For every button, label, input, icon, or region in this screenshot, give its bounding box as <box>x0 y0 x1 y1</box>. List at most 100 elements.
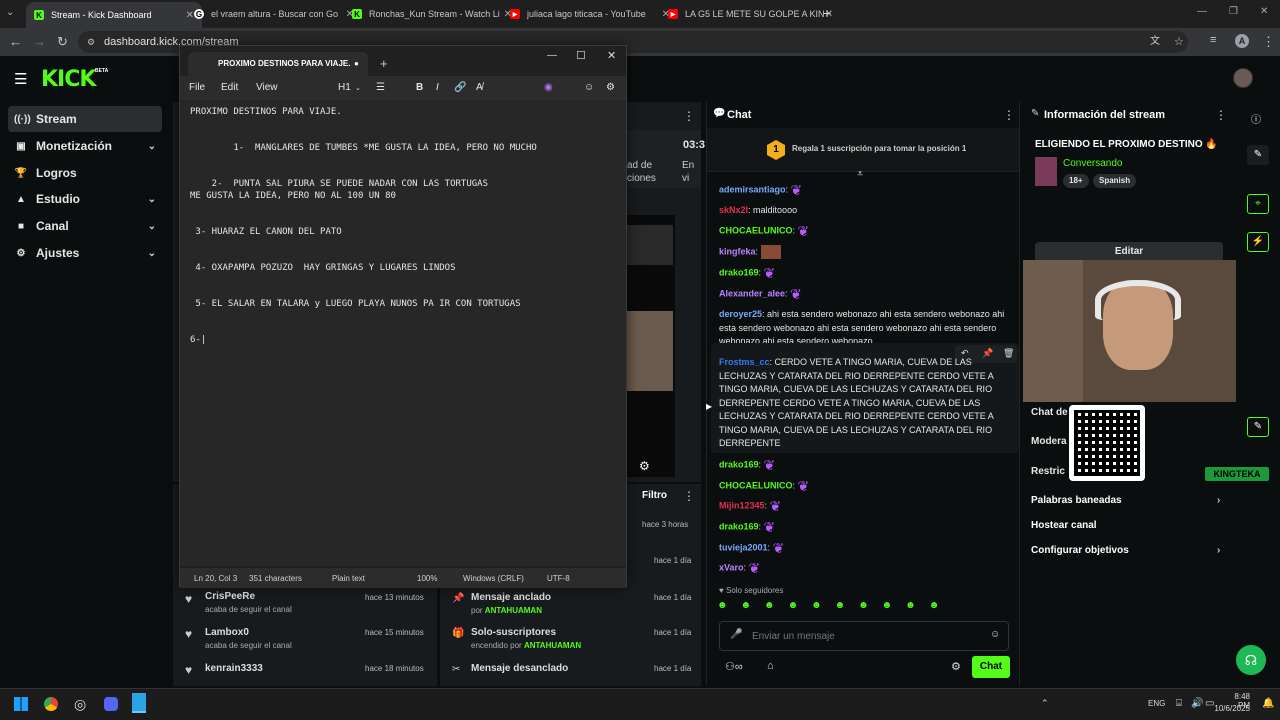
event-actor[interactable]: ANTAHUAMAN <box>485 606 542 615</box>
hamburger-menu-icon[interactable]: ☰ <box>14 70 27 88</box>
edit-rail-icon[interactable]: ✎ <box>1247 145 1269 165</box>
link-icon[interactable]: 🔗 <box>454 82 466 93</box>
store-icon[interactable]: ⌂ <box>767 660 774 672</box>
browser-tab-youtube-g5[interactable]: ▶ LA G5 LE METE SU GOLPE A KIN ✕ <box>660 4 836 24</box>
follower-name[interactable]: CrisPeeRe <box>205 591 255 602</box>
chat-username[interactable]: Alexander_alee <box>719 288 785 298</box>
chat-message[interactable]: drako169: ❦ <box>719 520 1011 534</box>
italic-icon[interactable]: I <box>436 82 439 93</box>
chat-settings-row[interactable]: Chat de <box>1031 407 1068 418</box>
edit-stream-button[interactable]: Editar <box>1035 242 1223 262</box>
category-link[interactable]: Conversando <box>1063 158 1122 169</box>
bookmark-star-icon[interactable]: ☆ <box>1174 31 1184 53</box>
profile-avatar[interactable]: A <box>1235 34 1249 48</box>
notepad-maximize-icon[interactable]: ☐ <box>576 49 586 62</box>
chat-username[interactable]: Frostms_cc <box>719 357 770 367</box>
unsaved-dot-icon[interactable]: ● <box>354 52 359 76</box>
volume-icon[interactable]: 🔊 <box>1191 698 1203 709</box>
notification-bell-icon[interactable]: 🔔 <box>1262 698 1274 709</box>
tool-rail-icon[interactable]: ✎ <box>1247 417 1269 437</box>
user-avatar[interactable] <box>1233 68 1253 88</box>
gift-leaderboard[interactable]: 1 Regala 1 suscripción para tomar la pos… <box>707 128 1019 172</box>
chrome-taskbar-icon[interactable] <box>44 697 58 711</box>
menu-edit[interactable]: Edit <box>221 82 238 93</box>
chat-message[interactable]: xVaro: ❦ <box>719 561 1011 575</box>
chat-username[interactable]: Mijin12345 <box>719 500 765 510</box>
event-actor[interactable]: ANTAHUAMAN <box>524 641 581 650</box>
chat-username[interactable]: CHOCAELUNICO <box>719 225 793 235</box>
settings-gear-icon[interactable]: ⚙ <box>606 82 615 93</box>
chat-message[interactable]: Frostms_cc: CERDO VETE A TINGO MARIA, CU… <box>719 356 1011 451</box>
category-thumbnail[interactable] <box>1035 157 1057 186</box>
configure-goals-link[interactable]: Configurar objetivos › <box>1031 545 1220 556</box>
taskbar-date[interactable]: 10/6/2025 <box>1214 704 1250 713</box>
copilot-icon[interactable]: ◉ <box>544 82 553 93</box>
windows-start-icon[interactable] <box>14 697 28 711</box>
chat-username[interactable]: drako169 <box>719 521 759 531</box>
reload-icon[interactable]: ↻ <box>57 34 68 50</box>
minimize-window-icon[interactable]: — <box>1197 6 1207 17</box>
chat-message[interactable]: Alexander_alee: ❦ <box>719 287 1011 301</box>
chat-username[interactable]: deroyer25 <box>719 309 762 319</box>
sidebar-item-stream[interactable]: ((·)) Stream <box>8 106 162 132</box>
chat-username[interactable]: drako169 <box>719 459 759 469</box>
notepad-minimize-icon[interactable]: — <box>547 50 557 61</box>
chat-username[interactable]: xVaro <box>719 562 744 572</box>
notepad-close-icon[interactable]: ✕ <box>607 49 616 62</box>
forward-arrow-icon[interactable]: → <box>33 34 46 49</box>
chat-menu-icon[interactable]: ⋮ <box>1003 108 1015 122</box>
reading-list-icon[interactable]: ≡ <box>1210 34 1216 46</box>
bold-icon[interactable]: B <box>416 82 423 93</box>
filter-button[interactable]: Filtro <box>642 490 667 501</box>
chat-message[interactable]: tuvieja2001: ❦ <box>719 541 1011 555</box>
pinned-expand-icon[interactable]: ⩡ <box>857 168 863 181</box>
chat-send-button[interactable]: Chat <box>972 656 1010 678</box>
close-window-icon[interactable]: ✕ <box>1260 6 1268 17</box>
back-arrow-icon[interactable]: ← <box>9 34 22 49</box>
emoji-picker-icon[interactable]: ☺ <box>990 629 1000 640</box>
emote-bar[interactable]: ☻☻☻☻☻☻☻☻☻☻ <box>717 600 1013 616</box>
chat-message[interactable]: ademirsantiago: ❦ <box>719 183 1011 197</box>
account-icon[interactable]: ☺ <box>584 82 594 93</box>
panel-menu-icon[interactable]: ⋮ <box>683 109 695 123</box>
sidebar-item-ajustes[interactable]: ⚙ Ajustes ⌄ <box>8 240 162 266</box>
chat-input[interactable] <box>752 627 972 645</box>
browser-tab-youtube-juliaca[interactable]: ▶ juliaca lago titicaca - YouTube ✕ <box>502 4 678 24</box>
chat-message[interactable]: drako169: ❦ <box>719 458 1011 472</box>
host-channel-link[interactable]: Hostear canal <box>1031 520 1097 531</box>
info-menu-icon[interactable]: ⋮ <box>1215 108 1227 122</box>
chat-users-icon[interactable]: ⚇∞ <box>725 660 743 673</box>
chat-message[interactable]: kingfeka: <box>719 245 1011 259</box>
sidebar-item-monetizacion[interactable]: ▣ Monetización ⌄ <box>8 133 162 159</box>
chat-username[interactable]: CHOCAELUNICO <box>719 480 793 490</box>
heading-dropdown[interactable]: H1 <box>338 82 351 93</box>
tab-search-icon[interactable]: ⌄ <box>6 7 14 18</box>
new-document-tab-button[interactable]: + <box>380 56 388 71</box>
notepad-taskbar-icon[interactable] <box>132 693 146 713</box>
browser-menu-icon[interactable]: ⋮ <box>1262 34 1275 50</box>
browser-tab-google[interactable]: G el vraem altura - Buscar con Go ✕ <box>186 4 362 24</box>
banned-words-link[interactable]: Palabras baneadas › <box>1031 495 1220 506</box>
translate-icon[interactable]: 文 <box>1150 31 1160 53</box>
follower-name[interactable]: kenrain3333 <box>205 663 263 674</box>
chat-username[interactable]: drako169 <box>719 267 759 277</box>
tray-expand-icon[interactable]: ⌃ <box>1041 698 1049 709</box>
chat-username[interactable]: tuvieja2001 <box>719 542 768 552</box>
maximize-window-icon[interactable]: ❐ <box>1229 6 1238 17</box>
chat-message[interactable]: Mijin12345: ❦ <box>719 499 1011 513</box>
network-icon[interactable]: ⌸ <box>1176 698 1182 709</box>
chat-settings-gear-icon[interactable]: ⚙ <box>951 660 961 673</box>
clear-format-icon[interactable]: A̸ <box>476 82 483 93</box>
chat-message[interactable]: skNx2l: malditoooo <box>719 204 1011 218</box>
restrictions-row[interactable]: Restric <box>1031 466 1065 477</box>
menu-view[interactable]: View <box>256 82 278 93</box>
sidebar-item-logros[interactable]: 🏆 Logros <box>8 160 162 186</box>
notepad-text-area[interactable]: PROXIMO DESTINOS PARA VIAJE. 1- MANGLARE… <box>180 100 626 566</box>
menu-file[interactable]: File <box>189 82 205 93</box>
microphone-icon[interactable]: 🎤 <box>730 629 742 640</box>
chat-message[interactable]: CHOCAELUNICO: ❦ <box>719 224 1011 238</box>
focus-rail-icon[interactable]: ⌖ <box>1247 194 1269 214</box>
chat-message[interactable]: CHOCAELUNICO: ❦ <box>719 479 1011 493</box>
kick-logo[interactable]: KICK <box>41 67 96 92</box>
language-indicator[interactable]: ENG <box>1148 699 1165 708</box>
